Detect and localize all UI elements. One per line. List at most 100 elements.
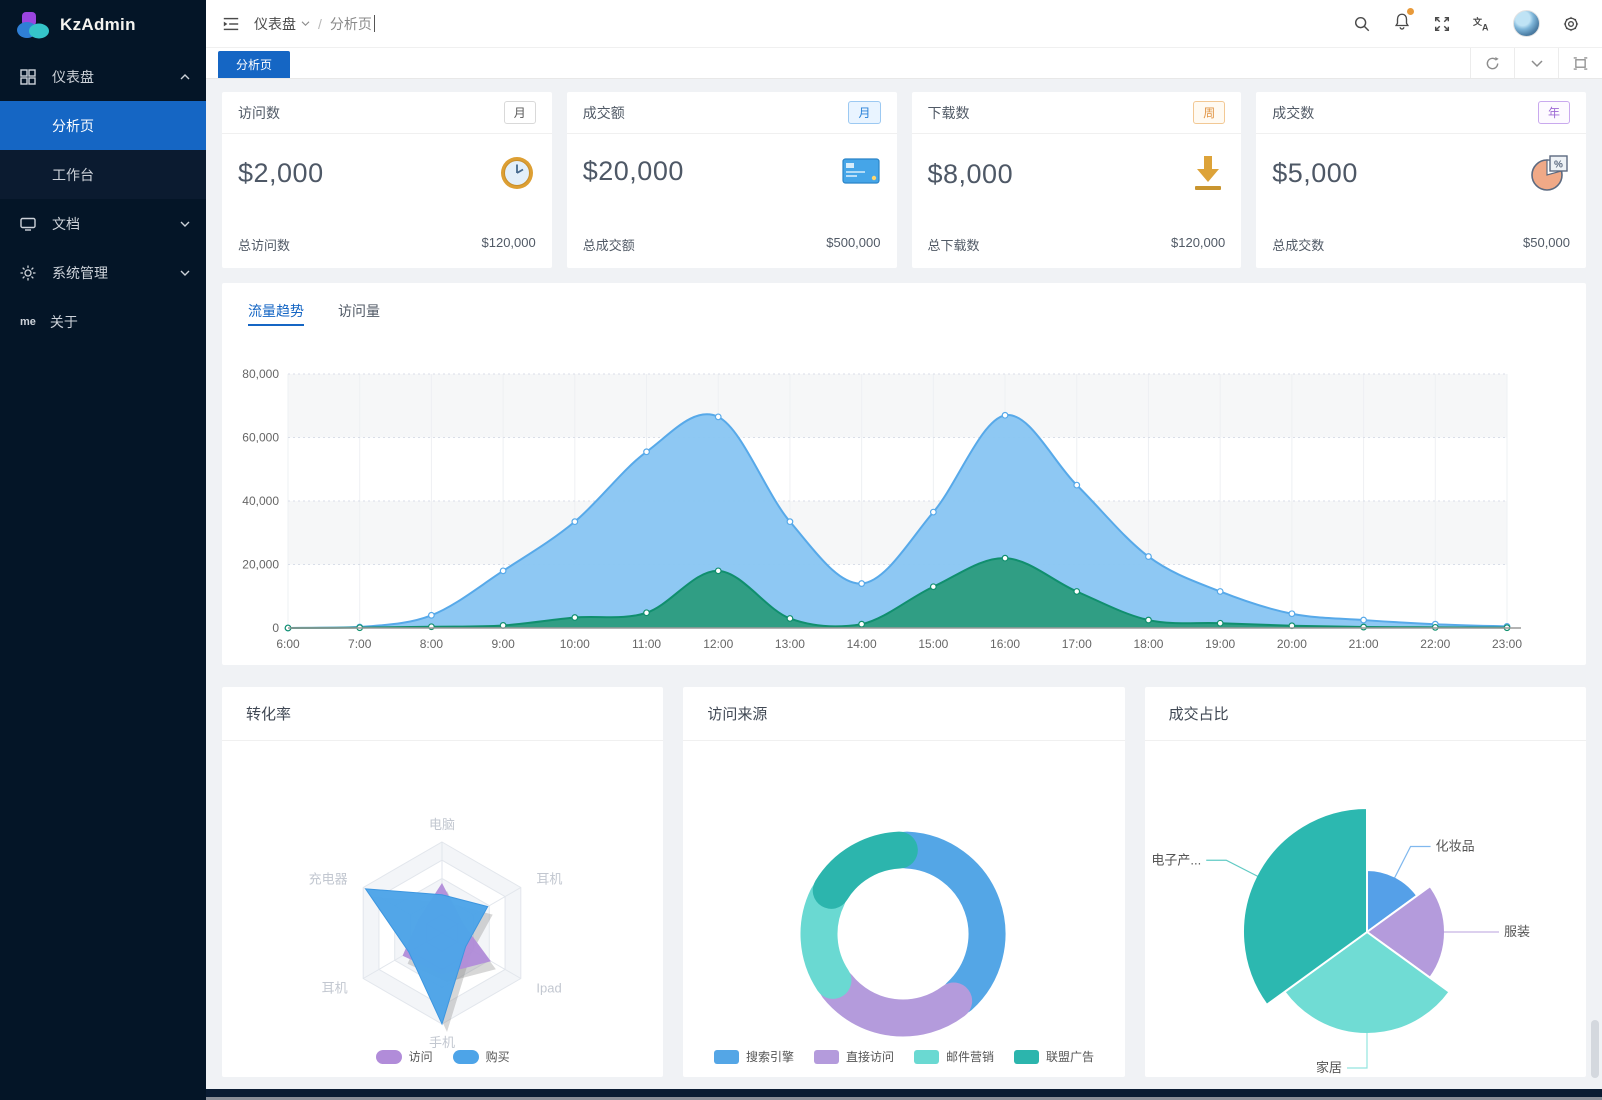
collapse-menu-icon[interactable] xyxy=(222,15,240,33)
sidebar-item-docs[interactable]: 文档 xyxy=(0,199,206,248)
chevron-up-icon xyxy=(180,73,190,81)
radar-chart[interactable]: 电脑耳机Ipad手机耳机充电器 xyxy=(222,741,663,1077)
area-chart[interactable]: 020,00040,00060,00080,0006:007:008:009:0… xyxy=(222,338,1586,665)
sidebar-item-workbench[interactable]: 工作台 xyxy=(0,150,206,199)
tab-visits[interactable]: 访问量 xyxy=(338,283,380,338)
svg-text:8:00: 8:00 xyxy=(420,637,444,651)
main-content: 访问数 月 $2,000 总访问数 $120,000 成交额 月 xyxy=(206,79,1602,1089)
period-badge[interactable]: 年 xyxy=(1538,101,1570,124)
stat-footer-label: 总访问数 xyxy=(238,235,290,254)
stat-title: 成交额 xyxy=(583,103,625,123)
legend-item[interactable]: 联盟广告 xyxy=(1014,1048,1094,1065)
breadcrumb-current[interactable]: 分析页 xyxy=(330,14,372,34)
gear-icon xyxy=(20,265,36,281)
text-cursor xyxy=(374,15,375,32)
bottom-card-row: 转化率 电脑耳机Ipad手机耳机充电器 访问购买 访问来源 搜索引擎直接访问邮件… xyxy=(222,687,1586,1077)
card-title: 转化率 xyxy=(222,687,663,741)
me-icon: me xyxy=(20,316,36,328)
stat-footer-value: $120,000 xyxy=(1171,235,1225,254)
legend-label: 搜索引擎 xyxy=(746,1048,794,1065)
chevron-down-icon xyxy=(1531,59,1543,68)
svg-text:A: A xyxy=(1482,22,1489,32)
svg-text:11:00: 11:00 xyxy=(632,637,661,651)
chevron-down-icon xyxy=(180,269,190,277)
tab-traffic-trend[interactable]: 流量趋势 xyxy=(248,283,304,338)
maximize-icon xyxy=(1573,57,1588,70)
svg-text:电脑: 电脑 xyxy=(429,817,455,832)
legend-item[interactable]: 访问 xyxy=(376,1048,433,1065)
maximize-content-button[interactable] xyxy=(1558,48,1602,78)
svg-text:40,000: 40,000 xyxy=(242,494,279,508)
avatar[interactable] xyxy=(1513,10,1540,37)
stat-card-row: 访问数 月 $2,000 总访问数 $120,000 成交额 月 xyxy=(222,92,1586,268)
period-badge[interactable]: 周 xyxy=(1193,101,1225,124)
stat-title: 下载数 xyxy=(928,103,970,123)
svg-text:Ipad: Ipad xyxy=(536,981,561,996)
notifications-button[interactable] xyxy=(1393,12,1411,35)
donut-legend: 搜索引擎 直接访问 邮件营销 联盟广告 xyxy=(683,1048,1124,1065)
svg-text:23:00: 23:00 xyxy=(1492,637,1522,651)
legend-item[interactable]: 搜索引擎 xyxy=(714,1048,794,1065)
breadcrumb: 仪表盘 / 分析页 xyxy=(254,14,375,34)
legend-item[interactable]: 购买 xyxy=(453,1048,510,1065)
stat-value: $20,000 xyxy=(583,156,684,187)
stat-value: $5,000 xyxy=(1272,158,1358,189)
legend-item[interactable]: 邮件营销 xyxy=(914,1048,994,1065)
svg-text:9:00: 9:00 xyxy=(491,637,515,651)
sidebar-item-system[interactable]: 系统管理 xyxy=(0,248,206,297)
svg-text:14:00: 14:00 xyxy=(847,637,877,651)
legend-swatch xyxy=(1014,1050,1039,1064)
credit-card-icon xyxy=(841,154,881,188)
stat-card-turnover: 成交额 月 $20,000 总成交额 $500,000 xyxy=(567,92,897,268)
tab-analysis[interactable]: 分析页 xyxy=(218,51,290,78)
legend-label: 邮件营销 xyxy=(946,1048,994,1065)
svg-text:21:00: 21:00 xyxy=(1349,637,1379,651)
fullscreen-icon[interactable] xyxy=(1433,15,1451,33)
svg-text:服装: 服装 xyxy=(1504,924,1530,939)
visit-source-card: 访问来源 搜索引擎直接访问邮件营销联盟广告 xyxy=(683,687,1124,1077)
legend-label: 访问 xyxy=(409,1048,433,1065)
tab-options-button[interactable] xyxy=(1514,48,1558,78)
rose-pie-chart[interactable]: 化妆品服装家居电子产... xyxy=(1145,741,1586,1077)
legend-swatch xyxy=(714,1050,739,1064)
settings-icon[interactable] xyxy=(1562,15,1580,33)
svg-text:0: 0 xyxy=(272,621,279,635)
app-logo[interactable]: KzAdmin xyxy=(0,0,206,50)
vertical-scrollbar[interactable] xyxy=(1591,1020,1599,1078)
sidebar-item-label: 仪表盘 xyxy=(52,67,94,87)
chevron-down-icon xyxy=(301,20,310,27)
refresh-icon xyxy=(1485,56,1500,71)
search-icon[interactable] xyxy=(1353,15,1371,33)
app-title: KzAdmin xyxy=(60,15,136,35)
svg-text:耳机: 耳机 xyxy=(536,872,562,887)
legend-swatch xyxy=(376,1050,402,1064)
bottom-strip xyxy=(0,1089,1602,1097)
sidebar-item-about[interactable]: me 关于 xyxy=(0,297,206,346)
donut-chart[interactable] xyxy=(683,741,1124,1077)
stat-card-deals: 成交数 年 $5,000 % 总成交数 $50,000 xyxy=(1256,92,1586,268)
page-tabbar: 分析页 xyxy=(206,48,1602,79)
legend-swatch xyxy=(914,1050,939,1064)
stat-card-visits: 访问数 月 $2,000 总访问数 $120,000 xyxy=(222,92,552,268)
translate-icon[interactable]: 文 A xyxy=(1473,15,1491,33)
period-badge[interactable]: 月 xyxy=(848,101,880,124)
sidebar-item-dashboard[interactable]: 仪表盘 xyxy=(0,52,206,101)
legend-item[interactable]: 直接访问 xyxy=(814,1048,894,1065)
period-badge[interactable]: 月 xyxy=(504,101,536,124)
svg-text:20:00: 20:00 xyxy=(1277,637,1307,651)
svg-text:18:00: 18:00 xyxy=(1133,637,1163,651)
card-title: 成交占比 xyxy=(1145,687,1586,741)
svg-text:60,000: 60,000 xyxy=(242,431,279,445)
notification-badge-dot xyxy=(1407,8,1414,15)
svg-text:家居: 家居 xyxy=(1316,1060,1342,1075)
pie-icon: % xyxy=(1530,154,1570,192)
stat-footer-label: 总成交额 xyxy=(583,235,635,254)
sidebar: KzAdmin 仪表盘 分析页 工作台 文档 xyxy=(0,0,206,1100)
stat-footer-value: $120,000 xyxy=(482,235,536,254)
svg-text:7:00: 7:00 xyxy=(348,637,372,651)
stat-value: $2,000 xyxy=(238,158,324,189)
breadcrumb-root[interactable]: 仪表盘 xyxy=(254,14,296,34)
sidebar-item-analysis[interactable]: 分析页 xyxy=(0,101,206,150)
refresh-button[interactable] xyxy=(1470,48,1514,78)
stat-card-downloads: 下载数 周 $8,000 总下载数 $120,000 xyxy=(912,92,1242,268)
